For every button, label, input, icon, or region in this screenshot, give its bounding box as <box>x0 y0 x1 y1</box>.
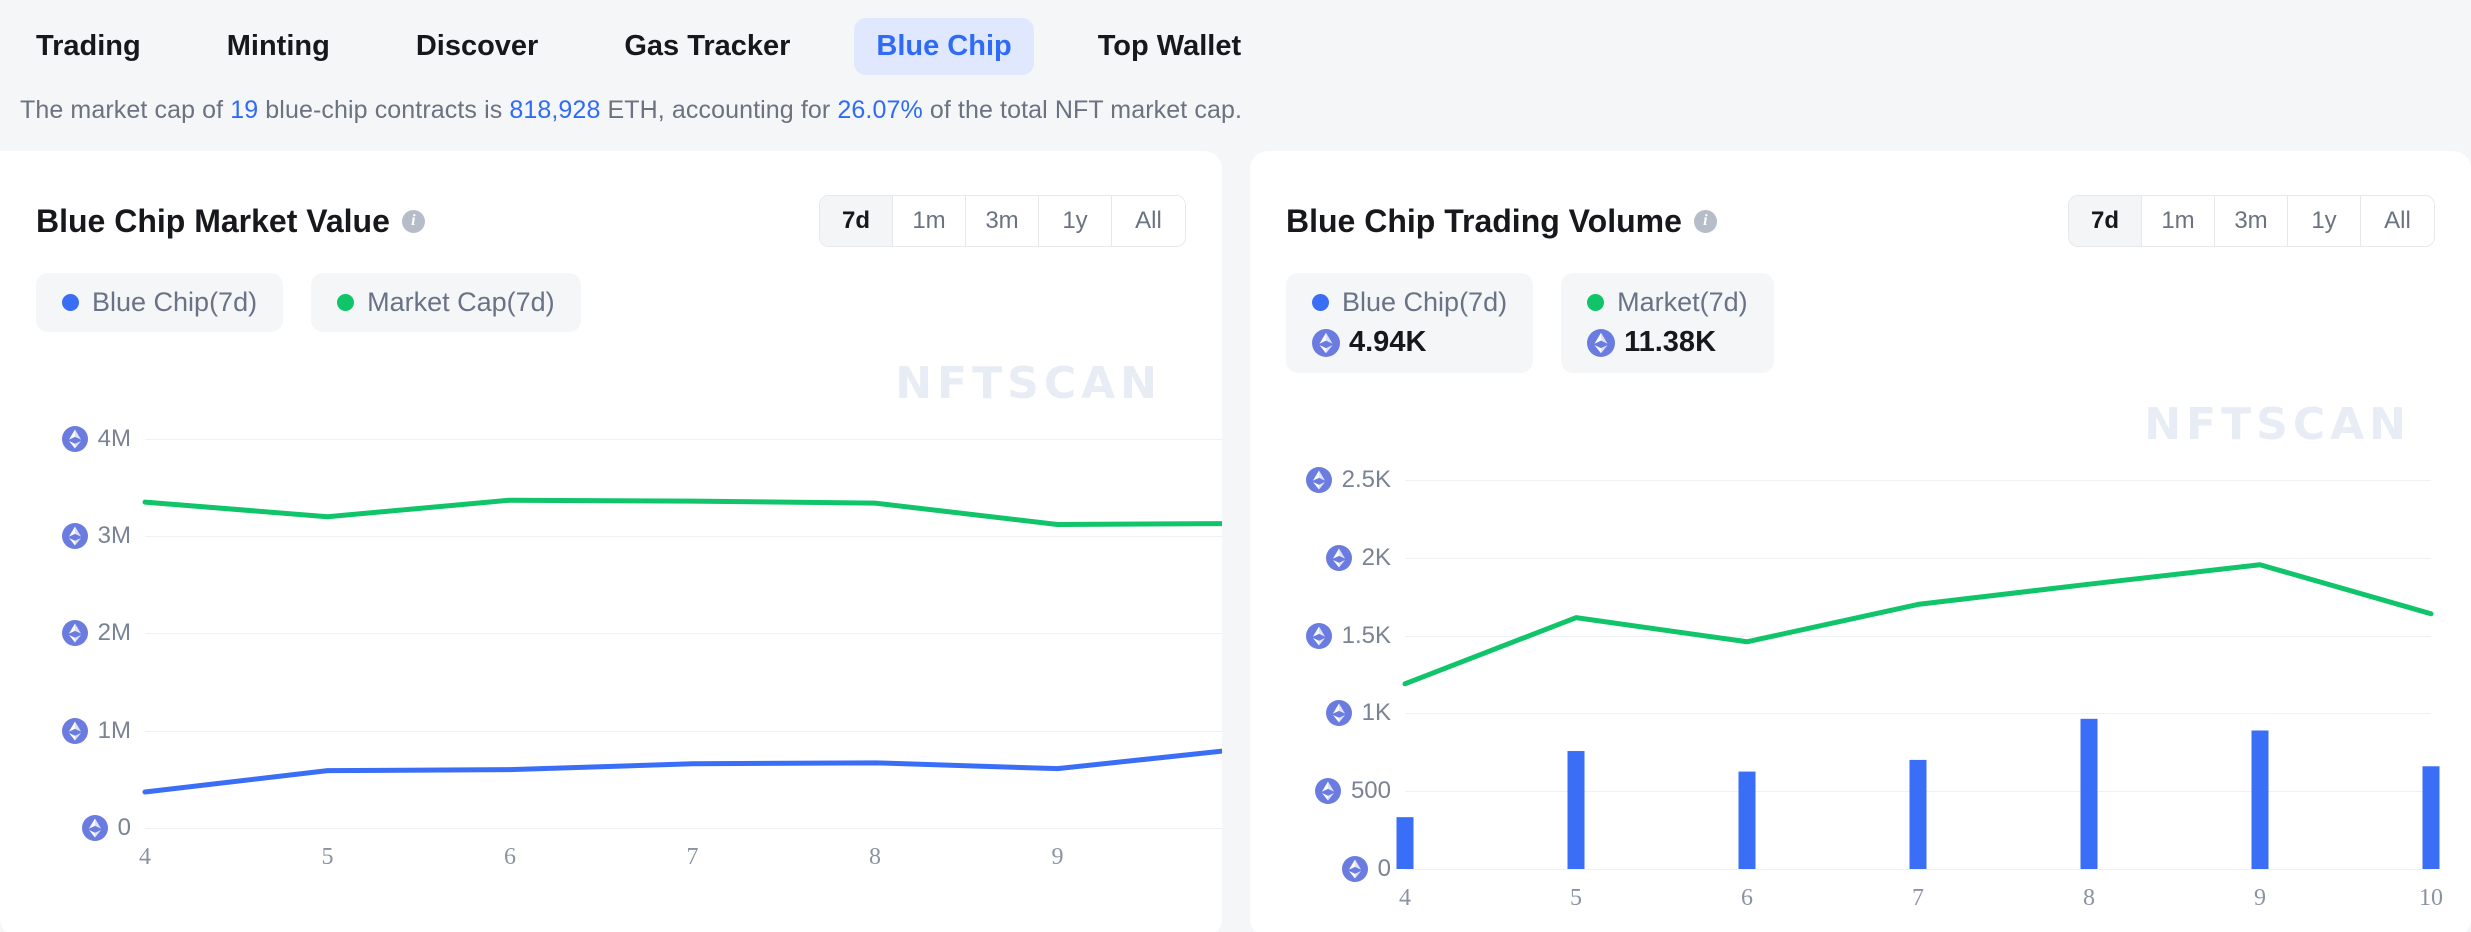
right-card-header: Blue Chip Trading Volume i 7d 1m 3m 1y A… <box>1250 151 2471 247</box>
summary-text-1: The market cap of <box>20 96 231 124</box>
nav-item-minting[interactable]: Minting <box>205 18 352 75</box>
ethereum-icon <box>1312 328 1340 357</box>
chart-line <box>1402 562 2434 687</box>
nav-item-discover[interactable]: Discover <box>394 18 561 75</box>
summary-text-2: blue-chip contracts is <box>258 96 510 124</box>
chart-series-layer <box>142 497 1222 795</box>
chart-line <box>142 748 1222 795</box>
right-period-1y[interactable]: 1y <box>2288 196 2361 246</box>
right-period-3m[interactable]: 3m <box>2215 196 2288 246</box>
top-navigation: Trading Minting Discover Gas Tracker Blu… <box>0 0 2471 92</box>
legend-blue-chip-volume[interactable]: Blue Chip(7d) 4.94K <box>1286 273 1534 373</box>
blue-chip-market-value-card: Blue Chip Market Value i 7d 1m 3m 1y All… <box>0 151 1222 932</box>
legend-label-market-cap: Market Cap(7d) <box>367 287 555 317</box>
right-period-7d[interactable]: 7d <box>2069 196 2142 246</box>
right-period-all[interactable]: All <box>2361 196 2434 246</box>
legend-dot-blue-icon <box>62 294 79 311</box>
summary-market-cap-value: 818,928 <box>509 96 601 124</box>
chart-bar <box>1909 759 1927 869</box>
nav-item-top-wallet[interactable]: Top Wallet <box>1076 18 1263 75</box>
left-legend-group: Blue Chip(7d) Market Cap(7d) <box>0 247 1222 332</box>
legend-dot-green-icon <box>1587 294 1605 311</box>
left-period-all[interactable]: All <box>1112 196 1185 246</box>
legend-label-blue-chip-volume: Blue Chip(7d) <box>1342 287 1508 317</box>
right-legend-group: Blue Chip(7d) 4.94K Market(7d) 11.38K <box>1250 247 2471 373</box>
left-period-3m[interactable]: 3m <box>966 196 1039 246</box>
left-period-7d[interactable]: 7d <box>820 196 893 246</box>
chart-bar <box>1396 817 1414 869</box>
page-root: Trading Minting Discover Gas Tracker Blu… <box>0 0 2471 932</box>
info-icon[interactable]: i <box>401 209 425 233</box>
summary-text-4: of the total NFT market cap. <box>922 96 1243 124</box>
market-value-plot: NFTSCAN 01M2M3M4M45678910 <box>0 348 1222 908</box>
charts-row: Blue Chip Market Value i 7d 1m 3m 1y All… <box>0 125 2471 932</box>
chart-bar <box>2422 766 2440 869</box>
legend-market-volume[interactable]: Market(7d) 11.38K <box>1561 273 1774 373</box>
summary-text-3: ETH, accounting for <box>600 96 838 124</box>
summary-percent-value: 26.07% <box>837 96 923 124</box>
nav-item-gas-tracker[interactable]: Gas Tracker <box>602 18 812 75</box>
legend-blue-chip[interactable]: Blue Chip(7d) <box>36 273 284 332</box>
legend-label-blue-chip: Blue Chip(7d) <box>92 287 258 317</box>
legend-value-blue-chip: 4.94K <box>1349 326 1427 358</box>
legend-label-market-volume: Market(7d) <box>1617 287 1748 317</box>
legend-market-cap[interactable]: Market Cap(7d) <box>311 273 581 332</box>
legend-value-market: 11.38K <box>1624 326 1717 358</box>
right-period-1m[interactable]: 1m <box>2142 196 2215 246</box>
page-title-trading-volume: Blue Chip Trading Volume <box>1286 202 1682 239</box>
info-icon[interactable]: i <box>1693 209 1717 233</box>
chart-bar <box>2080 718 2098 869</box>
nav-item-trading[interactable]: Trading <box>14 18 163 75</box>
trading-volume-plot: NFTSCAN 0 500 1K 1.5K 2K 2.5K 4 5 6 7 8 9 10 <box>1250 389 2471 932</box>
summary-contract-count: 19 <box>230 96 259 124</box>
chart-bar <box>1738 771 1756 869</box>
legend-dot-green-icon <box>337 294 355 311</box>
left-card-title-group: Blue Chip Market Value i <box>36 203 425 240</box>
right-period-selector[interactable]: 7d 1m 3m 1y All <box>2068 195 2435 247</box>
ethereum-icon <box>1587 328 1616 357</box>
left-period-selector[interactable]: 7d 1m 3m 1y All <box>819 195 1186 247</box>
left-card-header: Blue Chip Market Value i 7d 1m 3m 1y All <box>0 151 1222 247</box>
left-period-1y[interactable]: 1y <box>1039 196 1112 246</box>
nav-item-blue-chip[interactable]: Blue Chip <box>854 17 1034 75</box>
chart-bar <box>1567 751 1585 869</box>
blue-chip-trading-volume-card: Blue Chip Trading Volume i 7d 1m 3m 1y A… <box>1250 151 2471 932</box>
page-title-market-value: Blue Chip Market Value <box>36 202 390 239</box>
chart-bar <box>2251 730 2269 869</box>
chart-series-layer <box>1396 562 2440 869</box>
legend-dot-blue-icon <box>1312 294 1329 311</box>
market-cap-summary: The market cap of 19 blue-chip contracts… <box>0 92 2471 125</box>
chart-line <box>142 497 1222 528</box>
left-period-1m[interactable]: 1m <box>893 196 966 246</box>
right-card-title-group: Blue Chip Trading Volume i <box>1286 203 1717 240</box>
